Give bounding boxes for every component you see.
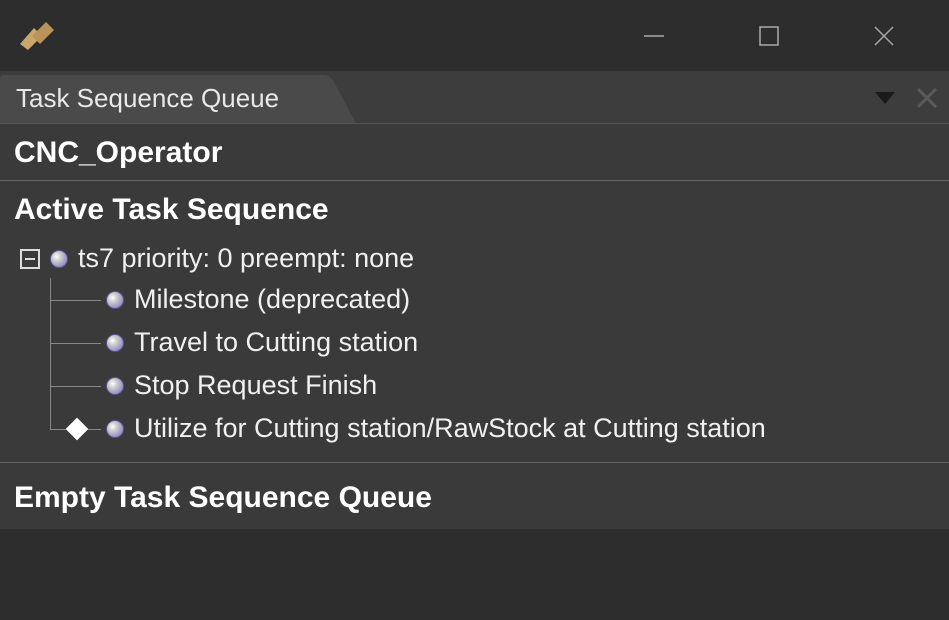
task-bullet-icon [106,291,124,309]
task-bullet-icon [106,377,124,395]
active-task-sequence-header: Active Task Sequence [0,181,949,237]
tree-root-label: ts7 priority: 0 preempt: none [78,243,414,274]
task-bullet-icon [50,250,68,268]
task-row[interactable]: Travel to Cutting station [51,321,935,364]
tree-children: Milestone (deprecated) Travel to Cutting… [50,278,935,450]
operator-name: CNC_Operator [0,124,949,180]
task-label: Utilize for Cutting station/RawStock at … [134,413,766,444]
task-row[interactable]: Stop Request Finish [51,364,935,407]
empty-queue-header: Empty Task Sequence Queue [0,463,949,529]
task-label: Milestone (deprecated) [134,284,410,315]
close-window-button[interactable] [826,0,941,72]
collapse-toggle-icon[interactable] [20,249,40,269]
current-task-marker-icon [66,417,89,440]
task-row[interactable]: Milestone (deprecated) [51,278,935,321]
tree-root-row[interactable]: ts7 priority: 0 preempt: none [20,239,935,278]
task-label: Stop Request Finish [134,370,377,401]
tab-menu-dropdown-icon[interactable] [875,92,895,104]
window-controls [596,0,941,71]
content-area: CNC_Operator Active Task Sequence ts7 pr… [0,124,949,529]
task-label: Travel to Cutting station [134,327,418,358]
task-row-current[interactable]: Utilize for Cutting station/RawStock at … [51,407,935,450]
close-panel-icon[interactable] [915,86,939,110]
tab-bar: Task Sequence Queue [0,72,949,124]
task-bullet-icon [106,420,124,438]
task-bullet-icon [106,334,124,352]
task-tree: ts7 priority: 0 preempt: none Milestone … [0,237,949,462]
tab-task-sequence-queue[interactable]: Task Sequence Queue [0,75,307,123]
tab-label: Task Sequence Queue [16,83,279,114]
minimize-button[interactable] [596,0,711,72]
maximize-button[interactable] [711,0,826,72]
app-icon [16,15,58,57]
titlebar [0,0,949,72]
